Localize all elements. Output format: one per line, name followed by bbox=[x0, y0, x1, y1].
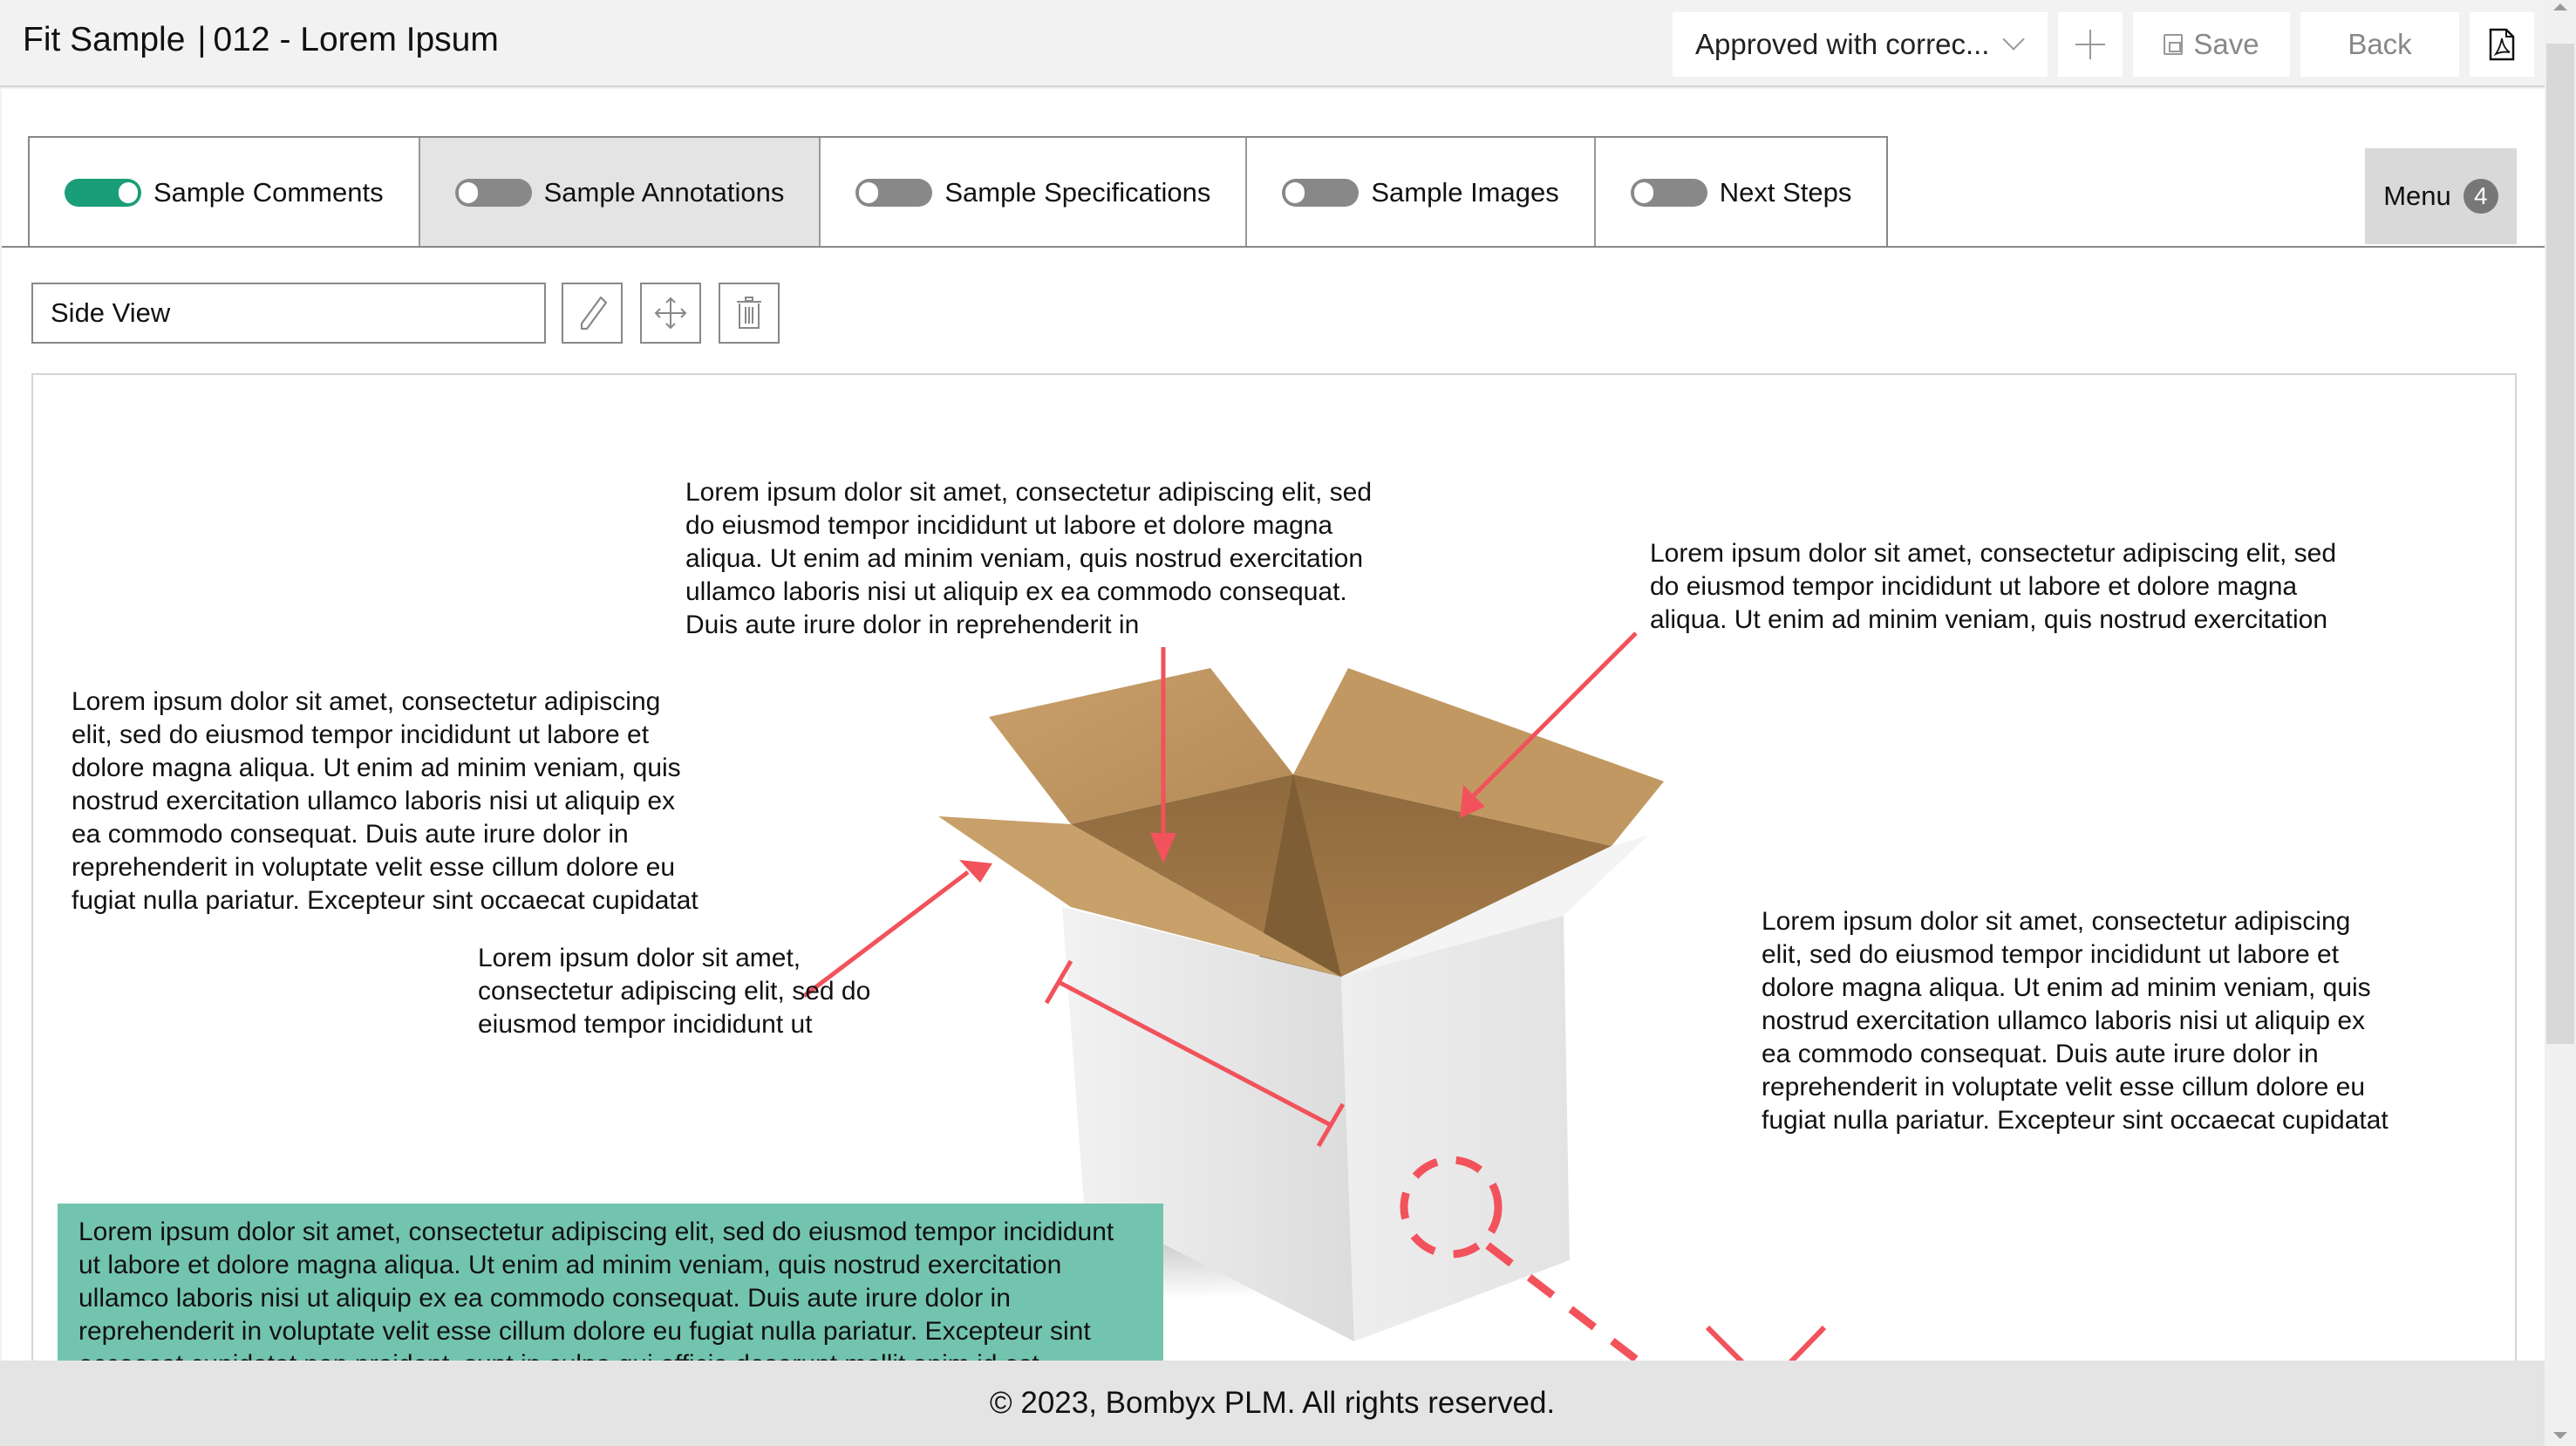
page-title: Fit Sample | 012 - Lorem Ipsum bbox=[23, 21, 499, 59]
toggle-knob bbox=[119, 182, 138, 203]
move-button[interactable] bbox=[640, 283, 701, 344]
toggle-switch[interactable] bbox=[855, 179, 933, 207]
pdf-file-icon bbox=[2489, 28, 2515, 61]
highlighted-annotation-note[interactable]: Lorem ipsum dolor sit amet, consectetur … bbox=[58, 1204, 1163, 1361]
toggle-switch[interactable] bbox=[1630, 179, 1707, 207]
top-bar: Fit Sample | 012 - Lorem Ipsum Approved wi… bbox=[0, 0, 2545, 87]
annotation-text[interactable]: Lorem ipsum dolor sit amet, consectetur … bbox=[72, 685, 699, 917]
back-button[interactable]: Back bbox=[2300, 12, 2459, 77]
edit-button[interactable] bbox=[562, 283, 623, 344]
menu-button[interactable]: Menu 4 bbox=[2365, 148, 2517, 244]
tab-label: Sample Comments bbox=[153, 177, 384, 208]
tab-sample-comments[interactable]: Sample Comments bbox=[30, 138, 420, 248]
toggle-switch[interactable] bbox=[454, 179, 532, 207]
toggle-switch[interactable] bbox=[1282, 179, 1360, 207]
toggle-knob bbox=[859, 182, 879, 203]
add-button[interactable] bbox=[2058, 12, 2123, 77]
status-select[interactable]: Approved with correc... bbox=[1673, 12, 2048, 77]
trash-icon bbox=[737, 297, 761, 329]
tab-sample-images[interactable]: Sample Images bbox=[1247, 138, 1596, 248]
toggle-knob bbox=[458, 182, 478, 203]
title-separator: | bbox=[197, 21, 207, 58]
annotation-text[interactable]: Lorem ipsum dolor sit amet, consectetur … bbox=[478, 942, 879, 1041]
tab-sample-annotations[interactable]: Sample Annotations bbox=[419, 138, 821, 248]
menu-label: Menu bbox=[2383, 181, 2451, 211]
status-select-value: Approved with correc... bbox=[1695, 28, 1990, 60]
move-arrows-icon bbox=[654, 297, 687, 330]
tab-label: Next Steps bbox=[1719, 177, 1852, 208]
chevron-down-icon bbox=[2002, 28, 2025, 51]
toggle-knob bbox=[1285, 182, 1305, 203]
scroll-up-arrow-icon[interactable] bbox=[2553, 3, 2567, 10]
save-button[interactable]: Save bbox=[2133, 12, 2290, 77]
annotation-canvas[interactable]: Lorem ipsum dolor sit amet, consectetur … bbox=[31, 373, 2517, 1361]
tab-label: Sample Specifications bbox=[944, 177, 1211, 208]
annotation-text[interactable]: Lorem ipsum dolor sit amet, consectetur … bbox=[685, 476, 1392, 642]
toggle-knob bbox=[1633, 182, 1653, 203]
plus-icon bbox=[2075, 30, 2105, 59]
footer: © 2023, Bombyx PLM. All rights reserved. bbox=[0, 1361, 2545, 1446]
x-mark-icon bbox=[1705, 1325, 1827, 1361]
toggle-switch[interactable] bbox=[65, 179, 141, 207]
annotation-text[interactable]: Lorem ipsum dolor sit amet, consectetur … bbox=[1650, 537, 2365, 637]
menu-count-badge: 4 bbox=[2463, 179, 2498, 214]
save-label: Save bbox=[2193, 28, 2259, 60]
page-title-label: Fit Sample bbox=[23, 21, 186, 58]
annotation-text[interactable]: Lorem ipsum dolor sit amet, consectetur … bbox=[1762, 905, 2389, 1137]
sample-id: 012 - Lorem Ipsum bbox=[213, 21, 499, 58]
vertical-scrollbar[interactable] bbox=[2545, 0, 2576, 1446]
back-label: Back bbox=[2348, 28, 2412, 60]
scrollbar-thumb[interactable] bbox=[2546, 44, 2574, 1044]
delete-button[interactable] bbox=[719, 283, 780, 344]
tab-sample-specifications[interactable]: Sample Specifications bbox=[821, 138, 1248, 248]
view-name-input[interactable] bbox=[31, 283, 546, 344]
scroll-down-arrow-icon[interactable] bbox=[2553, 1432, 2567, 1439]
tab-label: Sample Annotations bbox=[543, 177, 785, 208]
pencil-icon bbox=[580, 296, 608, 331]
export-pdf-button[interactable] bbox=[2470, 12, 2534, 77]
tab-bar: Sample Comments Sample Annotations Sampl… bbox=[28, 136, 1889, 248]
tab-label: Sample Images bbox=[1371, 177, 1559, 208]
main-panel: Sample Comments Sample Annotations Sampl… bbox=[2, 89, 2545, 1361]
copyright-text: © 2023, Bombyx PLM. All rights reserved. bbox=[989, 1386, 1556, 1420]
tab-next-steps[interactable]: Next Steps bbox=[1595, 138, 1887, 248]
tab-divider bbox=[2, 246, 2545, 248]
floppy-disk-icon bbox=[2164, 34, 2184, 55]
